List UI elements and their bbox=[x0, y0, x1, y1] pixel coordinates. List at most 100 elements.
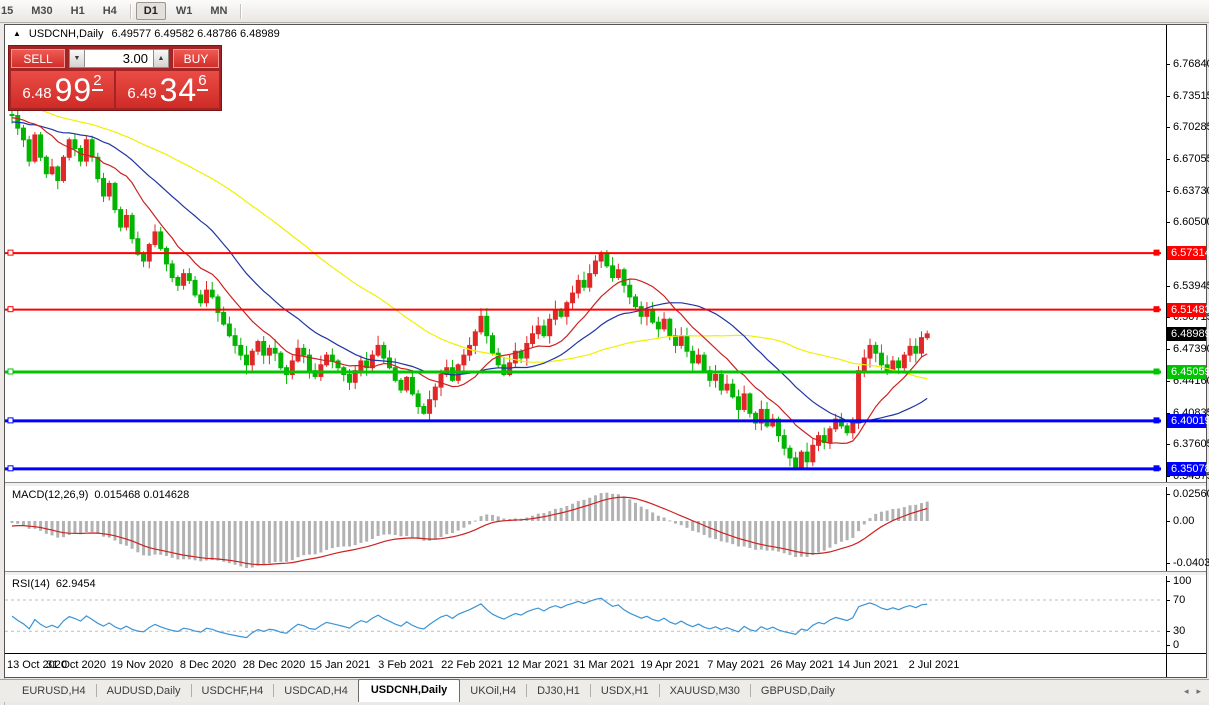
macd-bar bbox=[600, 493, 603, 521]
timeframe-mn-button[interactable]: MN bbox=[202, 2, 235, 20]
candle-body bbox=[410, 377, 414, 393]
macd-pane-splitter[interactable] bbox=[5, 482, 1206, 487]
main-price-pane[interactable] bbox=[5, 101, 1166, 471]
chart-canvas[interactable] bbox=[5, 25, 1166, 677]
candle-body bbox=[874, 345, 878, 353]
macd-bar bbox=[388, 521, 391, 534]
candle-body bbox=[33, 135, 37, 161]
macd-bar bbox=[651, 512, 654, 521]
buy-price-tile[interactable]: 6.49 34 6 bbox=[116, 71, 219, 108]
tick-label: -0.04038 bbox=[1173, 557, 1209, 569]
tab-ukoil-h4[interactable]: UKOil,H4 bbox=[460, 681, 526, 702]
macd-bar bbox=[96, 521, 99, 534]
macd-bar bbox=[594, 495, 597, 521]
candle-body bbox=[845, 426, 849, 433]
candle-body bbox=[61, 157, 65, 180]
candle-body bbox=[164, 248, 168, 264]
hline-6-45059-right-handle[interactable] bbox=[1154, 369, 1159, 374]
candle-body bbox=[805, 452, 809, 462]
macd-bar bbox=[205, 521, 208, 560]
candle-body bbox=[576, 280, 580, 293]
hline-6-35078-left-handle[interactable] bbox=[8, 466, 13, 471]
macd-bar bbox=[920, 503, 923, 521]
candle-body bbox=[674, 336, 678, 346]
timeframe-h4-button[interactable]: H4 bbox=[95, 2, 125, 20]
macd-bar bbox=[708, 521, 711, 538]
ma-line-red bbox=[12, 118, 927, 444]
date-axis-label: 2 Jul 2021 bbox=[909, 659, 960, 671]
price-axis-tick: 6.70285 bbox=[1167, 121, 1206, 133]
hline-6-40019-right-handle[interactable] bbox=[1154, 418, 1159, 423]
hline-6-40019-left-handle[interactable] bbox=[8, 418, 13, 423]
timeframe-m15-button[interactable]: 15 bbox=[0, 2, 21, 20]
hline-6-35078-right-handle[interactable] bbox=[1154, 466, 1159, 471]
candle-body bbox=[450, 368, 454, 381]
sell-button[interactable]: SELL bbox=[11, 49, 65, 68]
toolbar-separator bbox=[130, 4, 131, 19]
rsi-pane[interactable] bbox=[5, 598, 1166, 637]
date-axis[interactable]: 13 Oct 202031 Oct 202019 Nov 20208 Dec 2… bbox=[5, 654, 1166, 677]
candle-body bbox=[788, 448, 792, 458]
candle-body bbox=[73, 140, 77, 149]
macd-bar bbox=[703, 521, 706, 535]
tab-gbpusd-daily[interactable]: GBPUSD,Daily bbox=[751, 681, 845, 702]
date-axis-label: 26 May 2021 bbox=[770, 659, 834, 671]
macd-bar bbox=[348, 521, 351, 546]
date-axis-label: 12 Mar 2021 bbox=[507, 659, 569, 671]
macd-bar bbox=[342, 521, 345, 546]
tab-xauusd-m30[interactable]: XAUUSD,M30 bbox=[660, 681, 750, 702]
candle-body bbox=[262, 342, 266, 356]
candle-body bbox=[668, 319, 672, 335]
volume-decrease-button[interactable]: ▼ bbox=[69, 49, 85, 68]
tab-usdcad-h4[interactable]: USDCAD,H4 bbox=[274, 681, 358, 702]
hline-6-45059-left-handle[interactable] bbox=[8, 369, 13, 374]
candlestick-series bbox=[10, 106, 929, 471]
tab-eurusd-h4[interactable]: EURUSD,H4 bbox=[12, 681, 96, 702]
candle-body bbox=[765, 409, 769, 425]
hline-6-51483-right-handle[interactable] bbox=[1154, 307, 1159, 312]
candle-body bbox=[44, 157, 48, 173]
candle-body bbox=[462, 355, 466, 365]
tab-scroll-left-icon[interactable]: ◂ bbox=[1184, 686, 1189, 697]
tab-usdx-h1[interactable]: USDX,H1 bbox=[591, 681, 659, 702]
price-axis[interactable]: 6.768406.735156.702856.670556.637306.605… bbox=[1166, 25, 1206, 677]
candle-body bbox=[325, 355, 329, 365]
hline-6-57314-left-handle[interactable] bbox=[8, 250, 13, 255]
macd-bar bbox=[565, 506, 568, 521]
macd-bar bbox=[256, 521, 259, 566]
candle-body bbox=[679, 336, 683, 346]
buy-button[interactable]: BUY bbox=[173, 49, 219, 68]
tab-scroll-right-icon[interactable]: ▸ bbox=[1196, 686, 1201, 697]
macd-bar bbox=[73, 521, 76, 534]
tab-audusd-daily[interactable]: AUDUSD,Daily bbox=[97, 681, 191, 702]
macd-bar bbox=[354, 521, 357, 545]
timeframe-d1-button[interactable]: D1 bbox=[136, 2, 166, 20]
candle-body bbox=[782, 436, 786, 449]
candle-body bbox=[27, 140, 31, 161]
hline-6-57314-right-handle[interactable] bbox=[1154, 250, 1159, 255]
hline-6-51483-left-handle[interactable] bbox=[8, 307, 13, 312]
price-tag-6-40019: 6.40019 bbox=[1167, 414, 1206, 428]
volume-input[interactable] bbox=[85, 50, 153, 67]
macd-bar bbox=[142, 521, 145, 555]
macd-bar bbox=[194, 521, 197, 560]
candle-body bbox=[599, 254, 603, 261]
tab-usdcnh-daily[interactable]: USDCNH,Daily bbox=[358, 679, 460, 702]
sell-price-tile[interactable]: 6.48 99 2 bbox=[11, 71, 114, 108]
candle-body bbox=[628, 285, 632, 297]
rsi-pane-splitter[interactable] bbox=[5, 571, 1206, 576]
timeframe-m30-button[interactable]: M30 bbox=[23, 2, 60, 20]
macd-bar bbox=[926, 502, 929, 521]
macd-pane[interactable] bbox=[11, 493, 929, 568]
timeframe-w1-button[interactable]: W1 bbox=[168, 2, 201, 20]
macd-bar bbox=[337, 521, 340, 547]
macd-bar bbox=[457, 521, 460, 531]
timeframe-h1-button[interactable]: H1 bbox=[63, 2, 93, 20]
macd-bar bbox=[394, 521, 397, 535]
price-axis-tick: 6.53945 bbox=[1167, 280, 1206, 292]
tab-dj30-h1[interactable]: DJ30,H1 bbox=[527, 681, 590, 702]
volume-increase-button[interactable]: ▲ bbox=[153, 49, 169, 68]
macd-bar bbox=[274, 521, 277, 562]
rsi-indicator-label: RSI(14) 62.9454 bbox=[12, 578, 96, 590]
tab-usdchf-h4[interactable]: USDCHF,H4 bbox=[192, 681, 274, 702]
